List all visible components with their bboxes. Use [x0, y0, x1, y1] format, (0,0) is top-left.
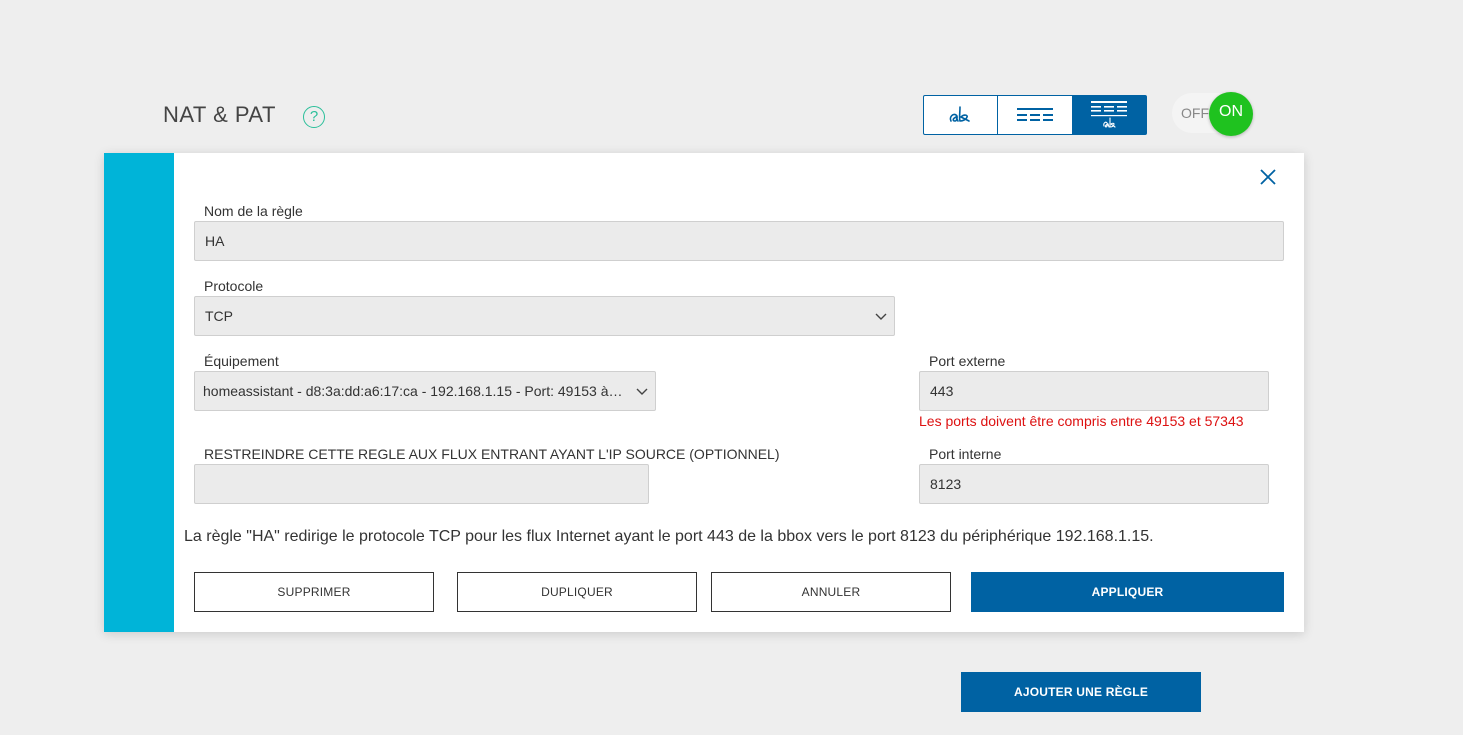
- page-title: NAT & PAT: [163, 102, 276, 127]
- table-text-view-icon: [1091, 101, 1128, 128]
- toggle-on-knob[interactable]: ON: [1209, 92, 1253, 136]
- duplicate-button[interactable]: DUPLIQUER: [457, 572, 697, 612]
- device-value: homeassistant - d8:3a:dd:a6:17:ca - 192.…: [203, 383, 645, 399]
- close-icon[interactable]: [1259, 168, 1277, 186]
- source-ip-input[interactable]: [194, 464, 649, 504]
- view-mode-switch: [923, 95, 1147, 135]
- delete-button[interactable]: SUPPRIMER: [194, 572, 434, 612]
- text-view-icon: [949, 106, 970, 122]
- rule-name-value: HA: [205, 233, 225, 249]
- device-select[interactable]: homeassistant - d8:3a:dd:a6:17:ca - 192.…: [194, 371, 656, 411]
- external-port-error: Les ports doivent être compris entre 491…: [919, 413, 1244, 429]
- cancel-button[interactable]: ANNULER: [711, 572, 951, 612]
- source-ip-label: RESTREINDRE CETTE REGLE AUX FLUX ENTRANT…: [204, 446, 780, 462]
- toggle-off-label: OFF: [1181, 105, 1209, 121]
- external-port-label: Port externe: [929, 353, 1006, 369]
- protocol-select[interactable]: TCP: [194, 296, 895, 336]
- external-port-input[interactable]: 443: [919, 371, 1269, 411]
- external-port-value: 443: [930, 383, 954, 399]
- chevron-down-icon: [875, 313, 887, 320]
- apply-button[interactable]: APPLIQUER: [971, 572, 1284, 612]
- internal-port-input[interactable]: 8123: [919, 464, 1269, 504]
- rule-edit-modal: Nom de la règle HA Protocole TCP Équipem…: [104, 153, 1304, 632]
- rule-name-label: Nom de la règle: [204, 203, 303, 219]
- chevron-down-icon: [636, 388, 648, 395]
- nat-pat-toggle[interactable]: OFF ON: [1172, 92, 1254, 136]
- protocol-label: Protocole: [204, 278, 264, 294]
- modal-accent-stripe: [104, 153, 174, 632]
- protocol-value: TCP: [205, 308, 233, 324]
- rule-summary-text: La règle "HA" redirige le protocole TCP …: [184, 528, 1154, 545]
- table-view-icon: [1016, 108, 1053, 121]
- help-icon[interactable]: ?: [303, 106, 325, 128]
- view-mode-table-button[interactable]: [998, 96, 1073, 134]
- internal-port-label: Port interne: [929, 446, 1002, 462]
- view-mode-text-button[interactable]: [924, 96, 999, 134]
- view-mode-table-text-button[interactable]: [1072, 96, 1146, 134]
- internal-port-value: 8123: [930, 476, 962, 492]
- device-label: Équipement: [204, 353, 279, 369]
- add-rule-button[interactable]: AJOUTER UNE RÈGLE: [961, 672, 1201, 712]
- rule-name-input[interactable]: HA: [194, 221, 1284, 261]
